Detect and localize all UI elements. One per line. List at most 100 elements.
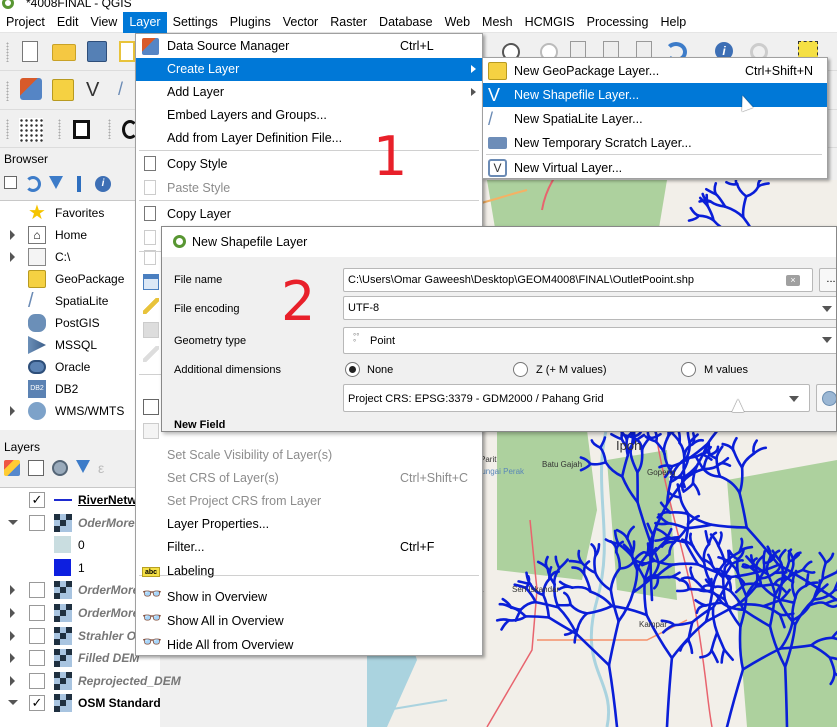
menu-vector[interactable]: Vector: [277, 12, 324, 33]
menu-settings[interactable]: Settings: [167, 12, 224, 33]
new-project-icon[interactable]: [22, 41, 38, 62]
select-crs-button[interactable]: [816, 384, 836, 412]
additional-dimensions-label: Additional dimensions: [174, 364, 282, 376]
paste-layer-icon[interactable]: [144, 250, 156, 265]
browser-item-label: C:\: [55, 250, 71, 264]
layer-item[interactable]: Reprojected_DEM: [0, 670, 181, 692]
file-encoding-select[interactable]: UTF-8: [343, 296, 836, 320]
info-icon[interactable]: i: [95, 176, 111, 192]
expand-arrow-icon[interactable]: [10, 406, 15, 416]
toolbar-grip[interactable]: [6, 81, 9, 101]
menu-processing[interactable]: Processing: [581, 12, 655, 33]
current-edits-icon[interactable]: [143, 346, 159, 362]
submenu-item-new-temporary-scratch-layer[interactable]: New Temporary Scratch Layer...: [483, 131, 827, 155]
expand-arrow-icon[interactable]: [8, 519, 18, 525]
submenu-item-new-spatialite-layer[interactable]: / New SpatiaLite Layer...: [483, 107, 827, 131]
menu-web[interactable]: Web: [439, 12, 476, 33]
shape-rectangle-icon[interactable]: [73, 120, 90, 139]
layer-visibility-checkbox[interactable]: ✓: [29, 695, 45, 712]
file-name-input[interactable]: C:\Users\Omar Gaweesh\Desktop\GEOM4008\F…: [343, 268, 813, 292]
layout-manager-icon[interactable]: [119, 41, 135, 62]
menu-hcmgis[interactable]: HCMGIS: [519, 12, 581, 33]
toolbar-grip[interactable]: [6, 42, 9, 62]
menu-mesh[interactable]: Mesh: [476, 12, 519, 33]
layer-visibility-checkbox[interactable]: [29, 514, 45, 531]
new-geopackage-layer-icon[interactable]: [52, 79, 74, 101]
toggle-editing-pencil-icon[interactable]: [143, 298, 159, 314]
layer-menu-item-set-scale-visibility-of-layer-s[interactable]: Set Scale Visibility of Layer(s): [136, 444, 482, 467]
menu-edit[interactable]: Edit: [51, 12, 85, 33]
layer-visibility-checkbox[interactable]: [29, 672, 45, 689]
layer-visibility-checkbox[interactable]: [29, 627, 45, 644]
layer-menu-item-show-in-overview[interactable]: 👓 Show in Overview: [136, 586, 482, 609]
style-manager-icon[interactable]: [4, 460, 20, 476]
filter-expression-icon[interactable]: ε: [98, 460, 114, 476]
add-group-icon[interactable]: [28, 460, 44, 476]
submenu-item-new-shapefile-layer[interactable]: V New Shapefile Layer...: [483, 83, 827, 107]
layer-menu-item-show-all-in-overview[interactable]: 👓 Show All in Overview: [136, 610, 482, 633]
layer-menu-item-set-crs-of-layer-s[interactable]: Set CRS of Layer(s) Ctrl+Shift+C: [136, 467, 482, 490]
toolbar-grip[interactable]: [108, 119, 111, 139]
remove-layer-icon[interactable]: [143, 399, 159, 415]
layer-visibility-checkbox[interactable]: [29, 650, 45, 667]
toolbar-grip[interactable]: [6, 119, 9, 139]
layer-menu-item-layer-properties[interactable]: Layer Properties...: [136, 513, 482, 536]
layer-menu-item-filter[interactable]: Filter... Ctrl+F: [136, 536, 482, 559]
layer-menu-item-copy-layer[interactable]: Copy Layer: [136, 203, 482, 226]
menu-database[interactable]: Database: [373, 12, 439, 33]
expand-arrow-icon[interactable]: [10, 585, 15, 596]
expand-arrow-icon[interactable]: [10, 675, 15, 686]
submenu-item-new-virtual-layer[interactable]: V New Virtual Layer...: [483, 156, 827, 180]
layer-visibility-checkbox[interactable]: ✓: [29, 492, 45, 508]
layer-menu-item-labeling[interactable]: abc Labeling: [136, 560, 482, 583]
expand-arrow-icon[interactable]: [8, 700, 18, 706]
manage-map-themes-icon[interactable]: [52, 460, 68, 476]
layer-menu-item-hide-all-from-overview[interactable]: 👓 Hide All from Overview: [136, 634, 482, 657]
collapse-all-icon[interactable]: [71, 176, 87, 192]
expand-arrow-icon[interactable]: [10, 608, 15, 618]
geometry-type-select[interactable]: °° ° Point: [343, 327, 836, 354]
menu-help[interactable]: Help: [654, 12, 692, 33]
window-title-bar: *4008FINAL - QGIS: [0, 0, 837, 12]
data-source-manager-icon[interactable]: [20, 78, 42, 100]
submenu-item-new-geopackage-layer[interactable]: New GeoPackage Layer... Ctrl+Shift+N: [483, 59, 827, 83]
refresh-icon[interactable]: [25, 176, 41, 192]
save-project-icon[interactable]: [87, 41, 107, 62]
menu-raster[interactable]: Raster: [324, 12, 373, 33]
expand-arrow-icon[interactable]: [10, 230, 15, 240]
layer-item[interactable]: ✓ OSM Standard: [0, 692, 161, 714]
new-shapefile-layer-icon[interactable]: V: [86, 79, 108, 101]
duplicate-layer-icon[interactable]: [143, 423, 159, 439]
menu-view[interactable]: View: [84, 12, 123, 33]
menu-layer[interactable]: Layer: [123, 12, 167, 33]
open-project-icon[interactable]: [52, 44, 76, 61]
layer-menu-item-set-project-crs-from-layer[interactable]: Set Project CRS from Layer: [136, 490, 482, 513]
layer-visibility-checkbox[interactable]: [29, 605, 45, 621]
menu-project[interactable]: Project: [0, 12, 51, 33]
expand-arrow-icon[interactable]: [10, 653, 15, 664]
menu-plugins[interactable]: Plugins: [224, 12, 277, 33]
layer-menu-item-paste-style[interactable]: Paste Style: [136, 177, 482, 200]
add-selected-layers-icon[interactable]: [4, 176, 17, 189]
layer-menu-item-data-source-manager[interactable]: Data Source Manager Ctrl+L: [136, 35, 482, 58]
dimension-z-radio[interactable]: [513, 362, 528, 377]
layer-menu-item-copy-style[interactable]: Copy Style: [136, 153, 482, 176]
attribute-table-icon[interactable]: [143, 274, 159, 290]
toolbar-grip[interactable]: [58, 119, 61, 139]
menu-item-label: Layer Properties...: [167, 517, 270, 531]
expand-arrow-icon[interactable]: [10, 630, 15, 641]
layer-menu-item-create-layer[interactable]: Create Layer: [136, 58, 482, 81]
clear-input-icon[interactable]: ×: [786, 275, 800, 286]
filter-icon[interactable]: [49, 176, 63, 189]
dimension-m-radio[interactable]: [681, 362, 696, 377]
filter-legend-icon[interactable]: [76, 460, 90, 473]
layer-menu-item-embed-layers-and-groups[interactable]: Embed Layers and Groups...: [136, 104, 482, 127]
dimension-none-radio[interactable]: [345, 362, 360, 377]
layer-menu-item-add-layer[interactable]: Add Layer: [136, 81, 482, 104]
expand-arrow-icon[interactable]: [10, 252, 15, 262]
point-pattern-icon[interactable]: [19, 118, 43, 142]
layer-visibility-checkbox[interactable]: [29, 582, 45, 599]
browse-file-button[interactable]: ...: [819, 268, 836, 292]
save-layer-edits-icon[interactable]: [143, 322, 159, 338]
layer-menu-item-add-from-layer-definition-file[interactable]: Add from Layer Definition File...: [136, 127, 482, 150]
